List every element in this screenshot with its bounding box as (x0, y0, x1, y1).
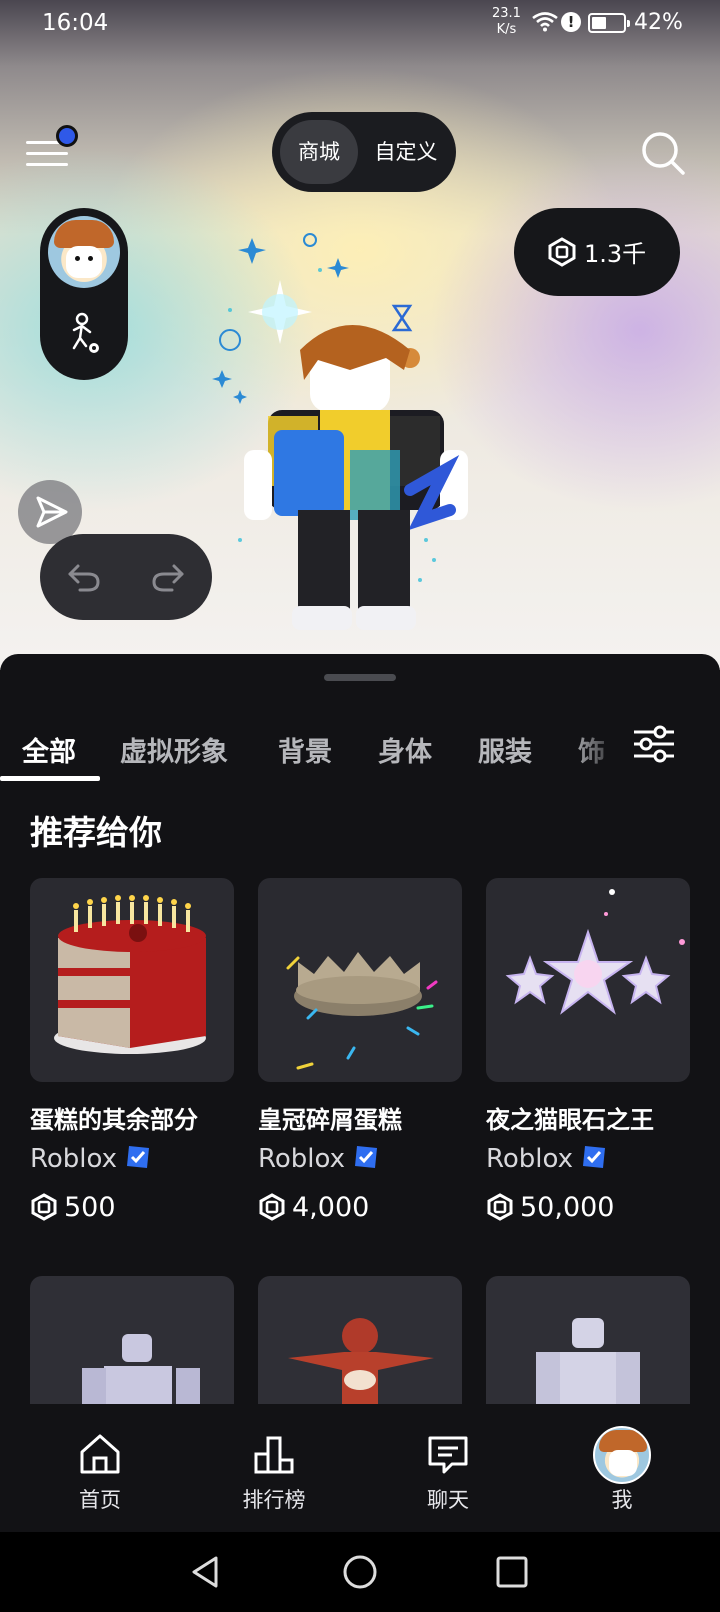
crown-image (505, 889, 685, 1015)
robux-icon (548, 237, 576, 267)
item-thumbnail[interactable] (486, 878, 690, 1082)
avatar-character (212, 233, 468, 630)
price-value: 500 (64, 1192, 116, 1223)
item-creator[interactable]: Roblox (258, 1144, 379, 1174)
avatar-settings-icon[interactable] (68, 312, 102, 356)
bottom-nav: 首页 排行榜 聊天 我 (0, 1404, 720, 1532)
filter-icon[interactable] (632, 724, 676, 764)
creator-name: Roblox (486, 1144, 574, 1174)
nav-chat-label: 聊天 (427, 1488, 469, 1512)
avatar-switcher[interactable] (40, 208, 128, 380)
nav-charts-label: 排行榜 (242, 1488, 306, 1512)
home-circle-icon[interactable] (342, 1554, 378, 1590)
item-thumbnail[interactable] (258, 1276, 462, 1416)
nav-chat[interactable]: 聊天 (388, 1404, 508, 1532)
system-navigation-bar (0, 1532, 720, 1612)
leaderboard-icon (254, 1436, 294, 1474)
avatar-thumbnail[interactable] (48, 216, 120, 288)
item-price: 50,000 (486, 1192, 614, 1223)
redo-icon[interactable] (150, 560, 186, 594)
search-icon[interactable] (640, 130, 686, 176)
battery-icon (588, 13, 630, 33)
creator-name: Roblox (258, 1144, 346, 1174)
back-icon[interactable] (188, 1554, 224, 1590)
wifi-icon (532, 12, 558, 32)
network-speed-unit: K/s (496, 22, 517, 37)
avatar (593, 1426, 651, 1484)
network-speed: 23.1 K/s (492, 6, 521, 38)
crown-cake-image (286, 952, 438, 1070)
nav-charts[interactable]: 排行榜 (214, 1404, 334, 1532)
tab-avatar[interactable]: 虚拟形象 (120, 714, 228, 792)
item-name[interactable]: 夜之猫眼石之王 (486, 1100, 654, 1135)
cake-image (54, 895, 206, 1054)
item-name[interactable]: 蛋糕的其余部分 (30, 1100, 198, 1135)
price-value: 4,000 (292, 1192, 370, 1223)
recents-icon[interactable] (494, 1554, 530, 1590)
creator-name: Roblox (30, 1144, 118, 1174)
robux-balance-button[interactable]: 1.3千 (514, 208, 680, 296)
nav-me[interactable]: 我 (562, 1404, 682, 1532)
mode-segmented-control: 商城 自定义 (272, 112, 456, 192)
status-time: 16:04 (42, 10, 109, 36)
item-thumbnail[interactable] (258, 878, 462, 1082)
item-name[interactable]: 皇冠碎屑蛋糕 (258, 1100, 402, 1135)
tab-background[interactable]: 背景 (278, 714, 332, 792)
body-image (82, 1334, 200, 1416)
price-value: 50,000 (520, 1192, 615, 1223)
undo-redo-controls (40, 534, 212, 620)
verified-badge-icon (127, 1146, 150, 1168)
item-price: 4,000 (258, 1192, 369, 1223)
notification-dot (56, 125, 78, 147)
tab-body[interactable]: 身体 (378, 714, 432, 792)
chat-icon (428, 1436, 468, 1474)
nav-home-label: 首页 (79, 1488, 121, 1512)
item-creator[interactable]: Roblox (486, 1144, 607, 1174)
home-icon (80, 1434, 120, 1474)
active-tab-indicator (0, 776, 100, 781)
menu-button[interactable] (26, 125, 78, 171)
avatar-preview-area: 16:04 23.1 K/s ! 42% 商城 自定义 1.3千 (0, 0, 720, 670)
bear-image (288, 1318, 434, 1416)
alert-icon: ! (561, 12, 581, 32)
robux-balance: 1.3千 (584, 240, 647, 268)
segment-shop[interactable]: 商城 (280, 120, 358, 184)
section-title: 推荐给你 (30, 813, 162, 852)
verified-badge-icon (583, 1146, 606, 1168)
nav-home[interactable]: 首页 (40, 1404, 160, 1532)
network-speed-value: 23.1 (492, 6, 521, 21)
item-thumbnail[interactable] (30, 1276, 234, 1416)
robux-icon (487, 1193, 513, 1221)
nav-me-label: 我 (611, 1488, 633, 1512)
undo-icon[interactable] (66, 560, 102, 594)
item-creator[interactable]: Roblox (30, 1144, 151, 1174)
body-image (536, 1318, 640, 1416)
segment-customize[interactable]: 自定义 (362, 120, 450, 184)
robux-icon (259, 1193, 285, 1221)
item-price: 500 (30, 1192, 116, 1223)
tab-clothing[interactable]: 服装 (478, 714, 532, 792)
sheet-drag-handle[interactable] (324, 674, 396, 681)
status-bar: 16:04 23.1 K/s ! 42% (0, 0, 720, 48)
verified-badge-icon (355, 1146, 378, 1168)
robux-icon (31, 1193, 57, 1221)
battery-percent: 42% (634, 10, 683, 35)
item-thumbnail[interactable] (486, 1276, 690, 1416)
item-thumbnail[interactable] (30, 878, 234, 1082)
